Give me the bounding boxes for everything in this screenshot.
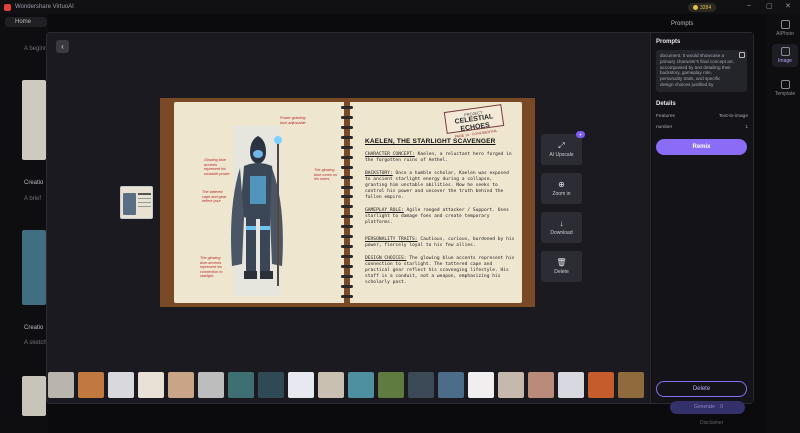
thumbnail-strip: [48, 372, 648, 400]
maximize-icon[interactable]: ▢: [766, 2, 773, 10]
artwork-title: KAELEN, THE STARLIGHT SCAVENGER: [365, 138, 496, 145]
image-icon: [780, 47, 790, 56]
annotation-note: Glowing blue accents represent his unsta…: [204, 158, 230, 176]
coin-icon: [693, 5, 698, 10]
credits-badge[interactable]: 3284: [688, 3, 717, 12]
credits-count: 3284: [700, 4, 712, 11]
annotation-note: The glowing blue runes on his robes: [314, 168, 338, 182]
personality-block: PERSONALITY TRAITS: Cautious, curious, b…: [365, 237, 515, 248]
artwork-image: Power granting blue adjustable Glowing b…: [160, 98, 535, 307]
detail-value: Text-to-image: [718, 114, 748, 119]
home-tab[interactable]: Home: [5, 17, 47, 27]
remix-button[interactable]: Remix: [656, 139, 747, 155]
delete-button[interactable]: Delete: [656, 381, 747, 397]
backstory-block: BACKSTORY: Once a humble scholar, Kaelen…: [365, 171, 509, 200]
minimize-icon[interactable]: –: [747, 2, 751, 9]
premium-badge: ✦: [576, 131, 585, 138]
thumbnail-item[interactable]: [468, 372, 494, 398]
back-button[interactable]: ‹: [56, 40, 69, 53]
spiral-binding: [341, 106, 355, 298]
bg-text-3: A brief: [24, 196, 42, 202]
disclaimer-link[interactable]: Disclaimer: [700, 420, 723, 426]
chevron-left-icon: ‹: [61, 42, 64, 51]
thumbnail-item[interactable]: [168, 372, 194, 398]
annotation-note: The glowing blue accents represent his c…: [200, 256, 223, 279]
bg-thumbnail: [22, 80, 46, 160]
title-bar: Wondershare VirtuoAI: [0, 0, 800, 14]
image-tools: ✦ ⤢ AI Upscale ⊕ Zoom in ↓ Download 🗑 De…: [541, 131, 585, 290]
thumbnail-item[interactable]: [318, 372, 344, 398]
selected-thumbnail[interactable]: [120, 186, 153, 219]
upscale-icon: ⤢: [558, 141, 565, 150]
app-title: Wondershare VirtuoAI: [15, 4, 74, 10]
download-button[interactable]: ↓ Download: [541, 212, 582, 243]
details-heading: Details: [656, 101, 676, 107]
thumbnail-item[interactable]: [528, 372, 554, 398]
thumbnail-item[interactable]: [138, 372, 164, 398]
prompts-heading: Prompts: [656, 39, 681, 45]
thumbnail-item[interactable]: [258, 372, 284, 398]
thumbnail-item[interactable]: [228, 372, 254, 398]
thumbnail-item[interactable]: [408, 372, 434, 398]
photo-icon: [780, 20, 790, 29]
thumbnail-item[interactable]: [108, 372, 134, 398]
design-block: DESIGN CHOICES: The glowing blue accents…: [365, 256, 515, 285]
thumbnail-item[interactable]: [378, 372, 404, 398]
concept-block: CHARACTER CONCEPT: Kaelen, a reluctant h…: [365, 152, 512, 163]
zoom-in-button[interactable]: ⊕ Zoom in: [541, 173, 582, 204]
bg-thumbnail: [22, 230, 46, 305]
detail-key: number: [656, 125, 673, 130]
close-window-icon[interactable]: ✕: [785, 2, 791, 10]
background-left-pane: [0, 14, 48, 433]
download-icon: ↓: [559, 219, 564, 228]
bg-prompts-title: Prompts: [671, 21, 694, 27]
zoom-in-icon: ⊕: [558, 180, 565, 189]
side-button-template[interactable]: Template: [772, 80, 798, 97]
side-button-image[interactable]: Image: [772, 44, 798, 67]
thumbnail-item[interactable]: [198, 372, 224, 398]
thumbnail-item[interactable]: [618, 372, 644, 398]
bg-thumbnail: [22, 376, 46, 416]
bg-text-5: A sketch: [24, 340, 47, 346]
character-figure-illustration: [231, 126, 283, 296]
thumbnail-item[interactable]: [78, 372, 104, 398]
background-right-pane: [766, 14, 800, 433]
generate-button[interactable]: Generate 0: [670, 401, 745, 414]
ai-upscale-button[interactable]: ✦ ⤢ AI Upscale: [541, 131, 585, 165]
bg-text-2: Creatio: [24, 180, 44, 186]
copy-icon[interactable]: [739, 52, 745, 58]
thumbnail-item[interactable]: [348, 372, 374, 398]
detail-value: 1: [745, 125, 748, 130]
thumbnail-item[interactable]: [558, 372, 584, 398]
thumbnail-item[interactable]: [48, 372, 74, 398]
thumbnail-item[interactable]: [588, 372, 614, 398]
prompt-text: document. It would showcase a primary ch…: [656, 50, 747, 92]
annotation-note: The tattered cape and gear reflect your: [202, 190, 227, 204]
side-button-aiphoto[interactable]: AIPhoto: [772, 20, 798, 37]
bg-text-4: Creatio: [24, 325, 44, 331]
gameplay-block: GAMEPLAY ROLE: Agile ranged attacker / S…: [365, 208, 509, 225]
annotation-note: Power granting blue adjustable: [280, 116, 306, 125]
template-icon: [780, 80, 790, 89]
trash-icon: 🗑: [556, 258, 567, 267]
app-logo-icon: [4, 3, 11, 11]
thumbnail-item[interactable]: [498, 372, 524, 398]
detail-key: Features: [656, 114, 675, 119]
delete-image-button[interactable]: 🗑 Delete: [541, 251, 582, 282]
thumbnail-item[interactable]: [438, 372, 464, 398]
thumbnail-item[interactable]: [288, 372, 314, 398]
